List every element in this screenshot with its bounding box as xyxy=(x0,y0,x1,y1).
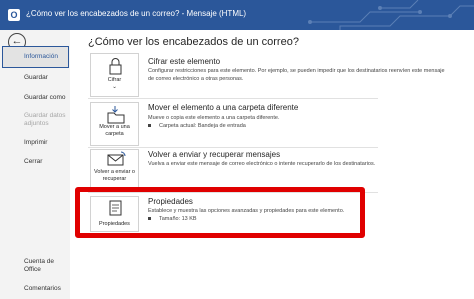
sidebar-item-imprimir[interactable]: Imprimir xyxy=(24,139,47,146)
chevron-down-icon: ⌄ xyxy=(112,84,117,90)
sidebar-item-label: Información xyxy=(24,53,58,60)
move-button-label: Mover a una carpeta xyxy=(99,124,130,137)
move-title: Mover el elemento a una carpeta diferent… xyxy=(148,103,299,112)
current-folder-bullet: Carpeta actual: Bandeja de entrada xyxy=(148,123,246,129)
resend-button-label: Volver a enviar o recuperar xyxy=(94,169,135,182)
highlight-box xyxy=(75,187,365,238)
backstage-sidebar: ← Información Guardar Guardar como Guard… xyxy=(0,30,70,299)
title-bar: O ¿Cómo ver los encabezados de un correo… xyxy=(0,0,474,30)
sidebar-item-informacion[interactable]: Información xyxy=(2,46,69,68)
sidebar-item-comentarios[interactable]: Comentarios xyxy=(24,285,61,292)
encrypt-title: Cifrar este elemento xyxy=(148,57,221,66)
page-title: ¿Cómo ver los encabezados de un correo? xyxy=(88,36,299,48)
resend-envelope-icon xyxy=(107,151,126,166)
divider xyxy=(88,147,378,148)
sidebar-item-cerrar[interactable]: Cerrar xyxy=(24,158,42,165)
encrypt-description: Configurar restricciones para este eleme… xyxy=(148,68,445,82)
sidebar-item-cuenta-office[interactable]: Cuenta de Office xyxy=(24,258,54,274)
outlook-app-icon: O xyxy=(8,9,20,21)
window-title: ¿Cómo ver los encabezados de un correo? … xyxy=(26,9,247,18)
encrypt-button-label: Cifrar xyxy=(107,77,122,83)
resend-title: Volver a enviar y recuperar mensajes xyxy=(148,150,281,159)
circuit-decoration xyxy=(308,0,474,30)
encrypt-button[interactable]: Cifrar ⌄ xyxy=(90,53,139,97)
sidebar-item-guardar-como[interactable]: Guardar como xyxy=(24,94,66,101)
main-panel: ¿Cómo ver los encabezados de un correo? … xyxy=(70,30,474,299)
sidebar-item-guardar-adjuntos: Guardar datos adjuntos xyxy=(24,112,66,127)
move-description: Mueve o copia este elemento a una carpet… xyxy=(148,115,280,121)
sidebar-item-guardar[interactable]: Guardar xyxy=(24,74,48,81)
resend-recall-button[interactable]: Volver a enviar o recuperar xyxy=(90,149,139,189)
divider xyxy=(88,98,378,99)
resend-description: Vuelva a enviar este mensaje de correo e… xyxy=(148,161,376,167)
move-to-folder-button[interactable]: Mover a una carpeta xyxy=(90,102,139,146)
